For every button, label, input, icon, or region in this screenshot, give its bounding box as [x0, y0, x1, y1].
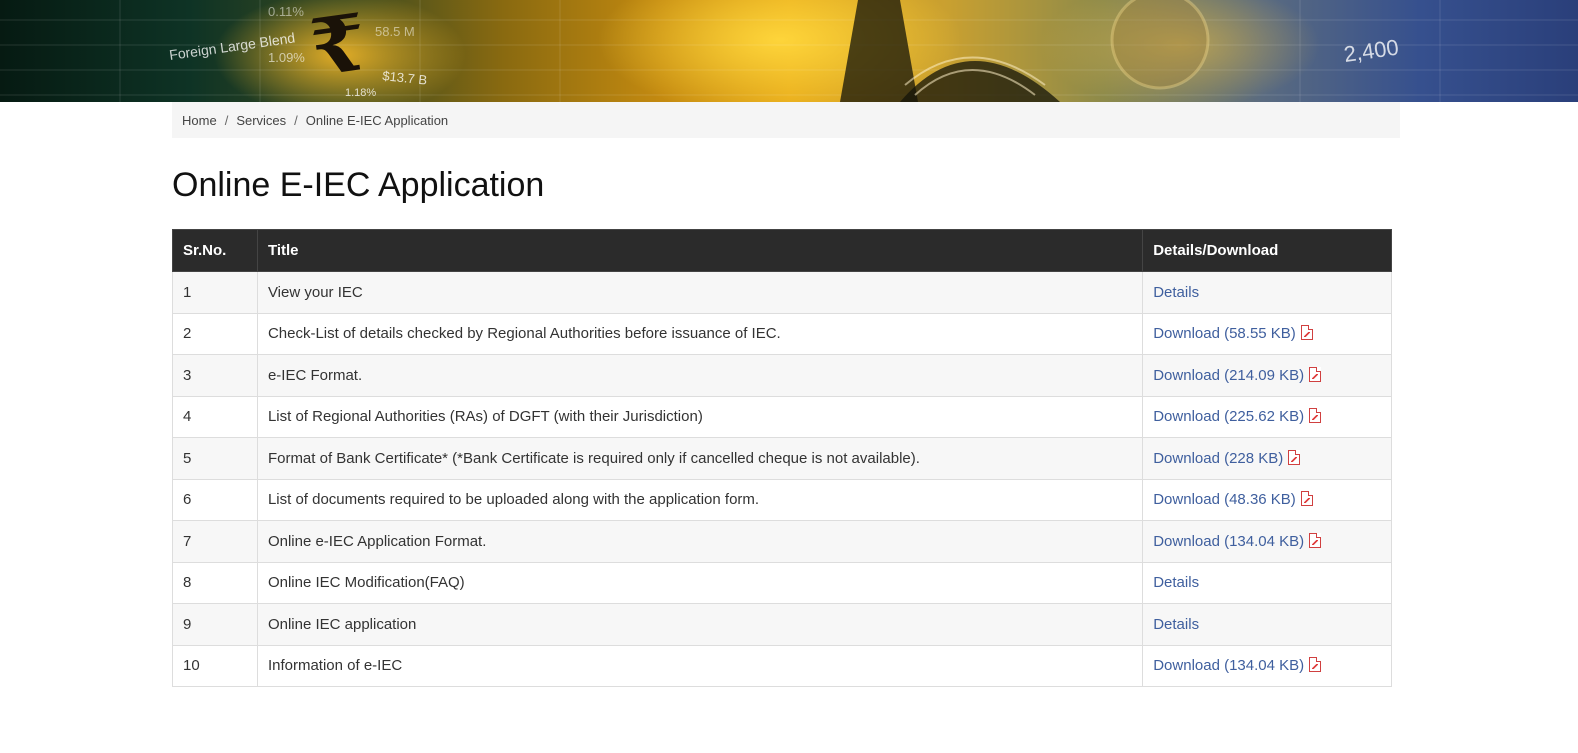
cell-details-download: Download (134.04 KB) [1142, 644, 1392, 687]
cell-details-download: Download (134.04 KB) [1142, 520, 1392, 563]
table-row: 5 Format of Bank Certificate* (*Bank Cert… [172, 437, 1392, 480]
pdf-icon[interactable] [1309, 657, 1322, 673]
banner-text-pct-3: 1.09% [268, 50, 305, 65]
cell-title: Online e-IEC Application Format. [256, 520, 1144, 563]
download-link[interactable]: Download (58.55 KB) [1153, 325, 1296, 342]
cell-sr-no: 3 [172, 354, 258, 397]
details-link[interactable]: Details [1153, 574, 1199, 591]
cell-sr-no: 4 [172, 395, 258, 438]
pdf-icon[interactable] [1288, 449, 1301, 465]
cell-sr-no: 10 [172, 644, 258, 687]
breadcrumb: Home / Services / Online E-IEC Applicati… [172, 102, 1400, 138]
cell-sr-no: 2 [172, 312, 258, 355]
cell-title: Online IEC application [256, 603, 1144, 646]
cell-sr-no: 5 [172, 437, 258, 480]
breadcrumb-services[interactable]: Services [236, 113, 286, 128]
breadcrumb-current: Online E-IEC Application [305, 112, 449, 128]
table-row: 1 View your IEC Details [172, 271, 1392, 314]
cell-sr-no: 7 [172, 520, 258, 563]
table-row: 7 Online e-IEC Application Format. Downloa… [172, 520, 1392, 563]
pdf-icon[interactable] [1309, 408, 1322, 424]
table-body: 1 View your IEC Details 2 Check-List of deta… [172, 271, 1392, 687]
header-sr-no: Sr.No. [172, 229, 258, 272]
iec-documents-table: Sr.No. Title Details/Download 1 View your… [172, 229, 1392, 687]
cell-title: Format of Bank Certificate* (*Bank Certi… [256, 437, 1144, 480]
cell-title: List of documents required to be uploade… [256, 478, 1144, 521]
table-row: 10 Information of e-IEC Download (134.04 K… [172, 644, 1392, 687]
cell-details-download: Details [1142, 561, 1392, 604]
banner-text-amount: $13.7 B [382, 68, 428, 88]
table-row: 8 Online IEC Modification(FAQ) Details [172, 561, 1392, 604]
rupee-icon: ₹ [305, 0, 371, 94]
cell-title: Online IEC Modification(FAQ) [256, 561, 1144, 604]
pdf-icon[interactable] [1300, 491, 1313, 507]
details-link[interactable]: Details [1153, 284, 1199, 301]
download-link[interactable]: Download (228 KB) [1153, 450, 1283, 467]
download-link[interactable]: Download (134.04 KB) [1153, 533, 1304, 550]
table-row: 2 Check-List of details checked by Region… [172, 312, 1392, 355]
cell-title: View your IEC [256, 271, 1144, 314]
table-header-row: Sr.No. Title Details/Download [172, 229, 1392, 272]
banner-text-million: 58.5 M [375, 24, 415, 39]
download-link[interactable]: Download (225.62 KB) [1153, 408, 1304, 425]
page-title: Online E-IEC Application [172, 166, 545, 204]
cell-sr-no: 8 [172, 561, 258, 604]
cell-sr-no: 6 [172, 478, 258, 521]
header-details-download: Details/Download [1142, 229, 1392, 272]
breadcrumb-separator: / [294, 112, 298, 128]
cell-title: Check-List of details checked by Regiona… [256, 312, 1144, 355]
pdf-icon[interactable] [1309, 366, 1322, 382]
cell-details-download: Details [1142, 271, 1392, 314]
cell-title: Information of e-IEC [256, 644, 1144, 687]
cell-details-download: Download (58.55 KB) [1142, 312, 1392, 355]
cell-details-download: Download (214.09 KB) [1142, 354, 1392, 397]
banner-text-2400: 2,400 [1342, 35, 1400, 67]
cell-sr-no: 1 [172, 271, 258, 314]
table-row: 3 e-IEC Format. Download (214.09 KB) [172, 354, 1392, 397]
cell-details-download: Download (225.62 KB) [1142, 395, 1392, 438]
download-link[interactable]: Download (48.36 KB) [1153, 491, 1296, 508]
building-silhouette [840, 0, 1060, 102]
banner-graphic: ₹ Foreign Large Blend 1.18% 2,400 $13.7 … [0, 0, 1578, 102]
table-row: 6 List of documents required to be upload… [172, 478, 1392, 521]
banner-text-pct-1: 1.18% [345, 87, 376, 99]
cell-details-download: Download (228 KB) [1142, 437, 1392, 480]
breadcrumb-home[interactable]: Home [182, 113, 217, 128]
table-row: 9 Online IEC application Details [172, 603, 1392, 646]
cell-details-download: Download (48.36 KB) [1142, 478, 1392, 521]
banner-text-pct-2: 0.11% [268, 4, 304, 19]
cell-title: e-IEC Format. [256, 354, 1144, 397]
pdf-icon[interactable] [1300, 325, 1313, 341]
header-banner: ₹ Foreign Large Blend 1.18% 2,400 $13.7 … [0, 0, 1578, 102]
table-row: 4 List of Regional Authorities (RAs) of D… [172, 395, 1392, 438]
breadcrumb-separator: / [224, 112, 229, 128]
download-link[interactable]: Download (134.04 KB) [1153, 657, 1304, 674]
download-link[interactable]: Download (214.09 KB) [1153, 367, 1304, 384]
details-link[interactable]: Details [1153, 616, 1199, 633]
svg-text:₹: ₹ [305, 0, 371, 94]
cell-title: List of Regional Authorities (RAs) of DG… [256, 395, 1144, 438]
header-title: Title [256, 229, 1144, 272]
cell-sr-no: 9 [172, 603, 258, 646]
cell-details-download: Details [1142, 603, 1392, 646]
pdf-icon[interactable] [1309, 532, 1322, 548]
coin-graphic [1110, 0, 1210, 90]
